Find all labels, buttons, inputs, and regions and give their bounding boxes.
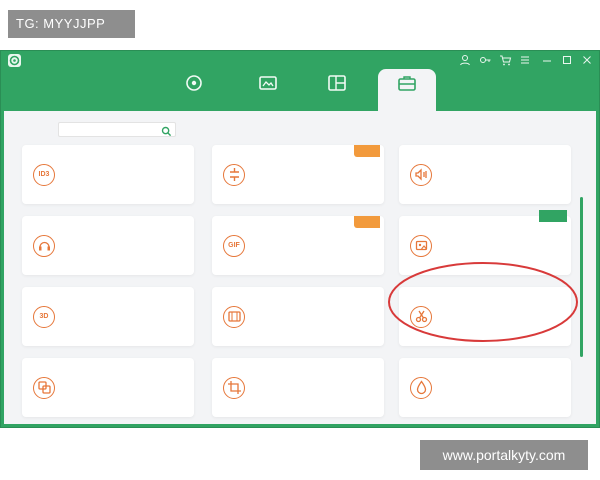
tool-card-video-watermark[interactable] (399, 358, 571, 417)
app-logo-icon (8, 54, 21, 67)
enhance-icon (223, 306, 245, 328)
tool-card-noise-removal[interactable] (22, 216, 194, 275)
tab-split-screen[interactable] (308, 69, 366, 109)
tool-card-3d-maker[interactable]: 3D (22, 287, 194, 346)
hot-badge (354, 216, 380, 228)
key-icon[interactable] (477, 52, 493, 68)
main-tabs (1, 69, 599, 112)
title-bar (1, 51, 599, 69)
tool-card-video-merge[interactable] (22, 358, 194, 417)
cart-icon[interactable] (497, 52, 513, 68)
tool-card-gif-maker[interactable]: GIF (212, 216, 384, 275)
tab-toolbox[interactable] (378, 69, 436, 112)
convert-icon (184, 74, 204, 92)
tab-convert[interactable] (165, 69, 223, 109)
search-icon[interactable] (161, 124, 172, 137)
audio-compress-icon (410, 164, 432, 186)
minimize-icon[interactable] (539, 52, 555, 68)
tool-panel: ID3 GIF 3D (4, 111, 596, 424)
toolbox-icon (397, 74, 417, 92)
image-convert-icon (410, 235, 432, 257)
maximize-icon[interactable] (559, 52, 575, 68)
tab-short-video[interactable] (239, 69, 297, 109)
hot-badge (354, 145, 380, 157)
watermark-bottom-right: www.portalkyty.com (420, 440, 588, 470)
3d-icon: 3D (33, 306, 55, 328)
search-input[interactable] (58, 122, 176, 137)
scrollbar[interactable] (580, 197, 583, 357)
tool-card-media-metadata[interactable]: ID3 (22, 145, 194, 204)
noise-removal-icon (33, 235, 55, 257)
close-icon[interactable] (579, 52, 595, 68)
user-icon[interactable] (457, 52, 473, 68)
menu-icon[interactable] (517, 52, 533, 68)
id3-icon: ID3 (33, 164, 55, 186)
tool-card-video-compress[interactable] (212, 145, 384, 204)
tool-card-video-split[interactable] (399, 287, 571, 346)
split-icon (410, 306, 432, 328)
merge-icon (33, 377, 55, 399)
watermark-icon (410, 377, 432, 399)
app-window: ID3 GIF 3D (0, 50, 600, 428)
new-badge (539, 210, 567, 222)
tool-card-video-enhance[interactable] (212, 287, 384, 346)
tool-card-audio-compress[interactable] (399, 145, 571, 204)
watermark-top-left: TG: MYYJJPP (8, 10, 135, 38)
tool-card-image-convert[interactable] (399, 210, 571, 275)
short-video-icon (258, 74, 278, 92)
gif-icon: GIF (223, 235, 245, 257)
compress-icon (223, 164, 245, 186)
split-screen-icon (327, 74, 347, 92)
crop-icon (223, 377, 245, 399)
tool-card-video-crop[interactable] (212, 358, 384, 417)
